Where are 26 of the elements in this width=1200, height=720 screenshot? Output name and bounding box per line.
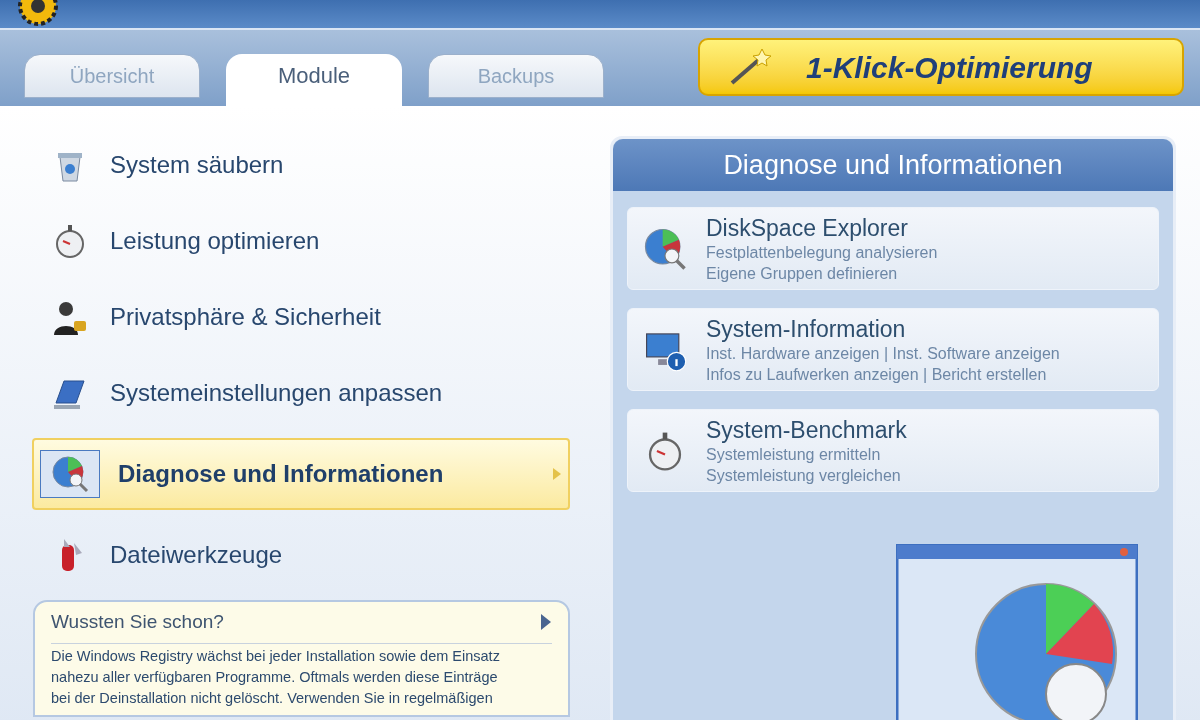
module-item[interactable]: Dateiwerkzeuge [32, 524, 570, 586]
tip-title: Wussten Sie schon? [51, 610, 224, 634]
module-item[interactable]: Diagnose und Informationen [32, 438, 570, 510]
tool-card[interactable]: DiskSpace Explorer Festplattenbelegung analysieren Eigene Gruppen definieren [627, 207, 1159, 290]
pie-chart-magnifier-icon [50, 454, 90, 494]
tip-text: Die Windows Registry wächst bei jeder Installation sowie dem Einsatz nahezu aller verfügbaren Programme. Oftmals werden diese Einträge bei der Deinstallation nicht gelöscht. Verwenden Sie in regelmäßigen [51, 646, 501, 708]
tool-description: Inst. Hardware anzeigen | Inst. Software anzeigen [706, 343, 1060, 364]
panel-header: Diagnose und Informationen [613, 139, 1173, 191]
module-item[interactable]: Privatsphäre & Sicherheit [32, 286, 570, 348]
tool-card[interactable]: System-Information Inst. Hardware anzeigen | Inst. Software anzeigen Infos zu Laufwerken anzeigen | Bericht erstellen [627, 308, 1159, 391]
tab[interactable]: Module [226, 54, 402, 106]
tool-description: Systemleistung ermitteln [706, 444, 882, 465]
module-item[interactable]: Leistung optimieren [32, 210, 570, 272]
tool-title: DiskSpace Explorer [706, 213, 909, 242]
module-item[interactable]: System säubern [32, 134, 570, 196]
tool-card[interactable]: System-Benchmark Systemleistung ermitteln Systemleistung vergleichen [627, 409, 1159, 492]
one-click-optimize-button[interactable]: 1-Klick-Optimierung [698, 38, 1184, 96]
tool-description: Infos zu Laufwerken anzeigen | Bericht erstellen [706, 364, 1048, 385]
tool-description: Festplattenbelegung analysieren [706, 242, 938, 263]
arrow-right-icon [552, 467, 562, 481]
tool-title: System-Information [706, 314, 907, 343]
tool-title: System-Benchmark [706, 415, 907, 444]
arrow-right-icon[interactable] [540, 613, 552, 632]
tool-description: Eigene Gruppen definieren [706, 263, 899, 284]
tool-description: Systemleistung vergleichen [706, 465, 902, 486]
module-item[interactable]: Systemeinstellungen anpassen [32, 362, 570, 424]
